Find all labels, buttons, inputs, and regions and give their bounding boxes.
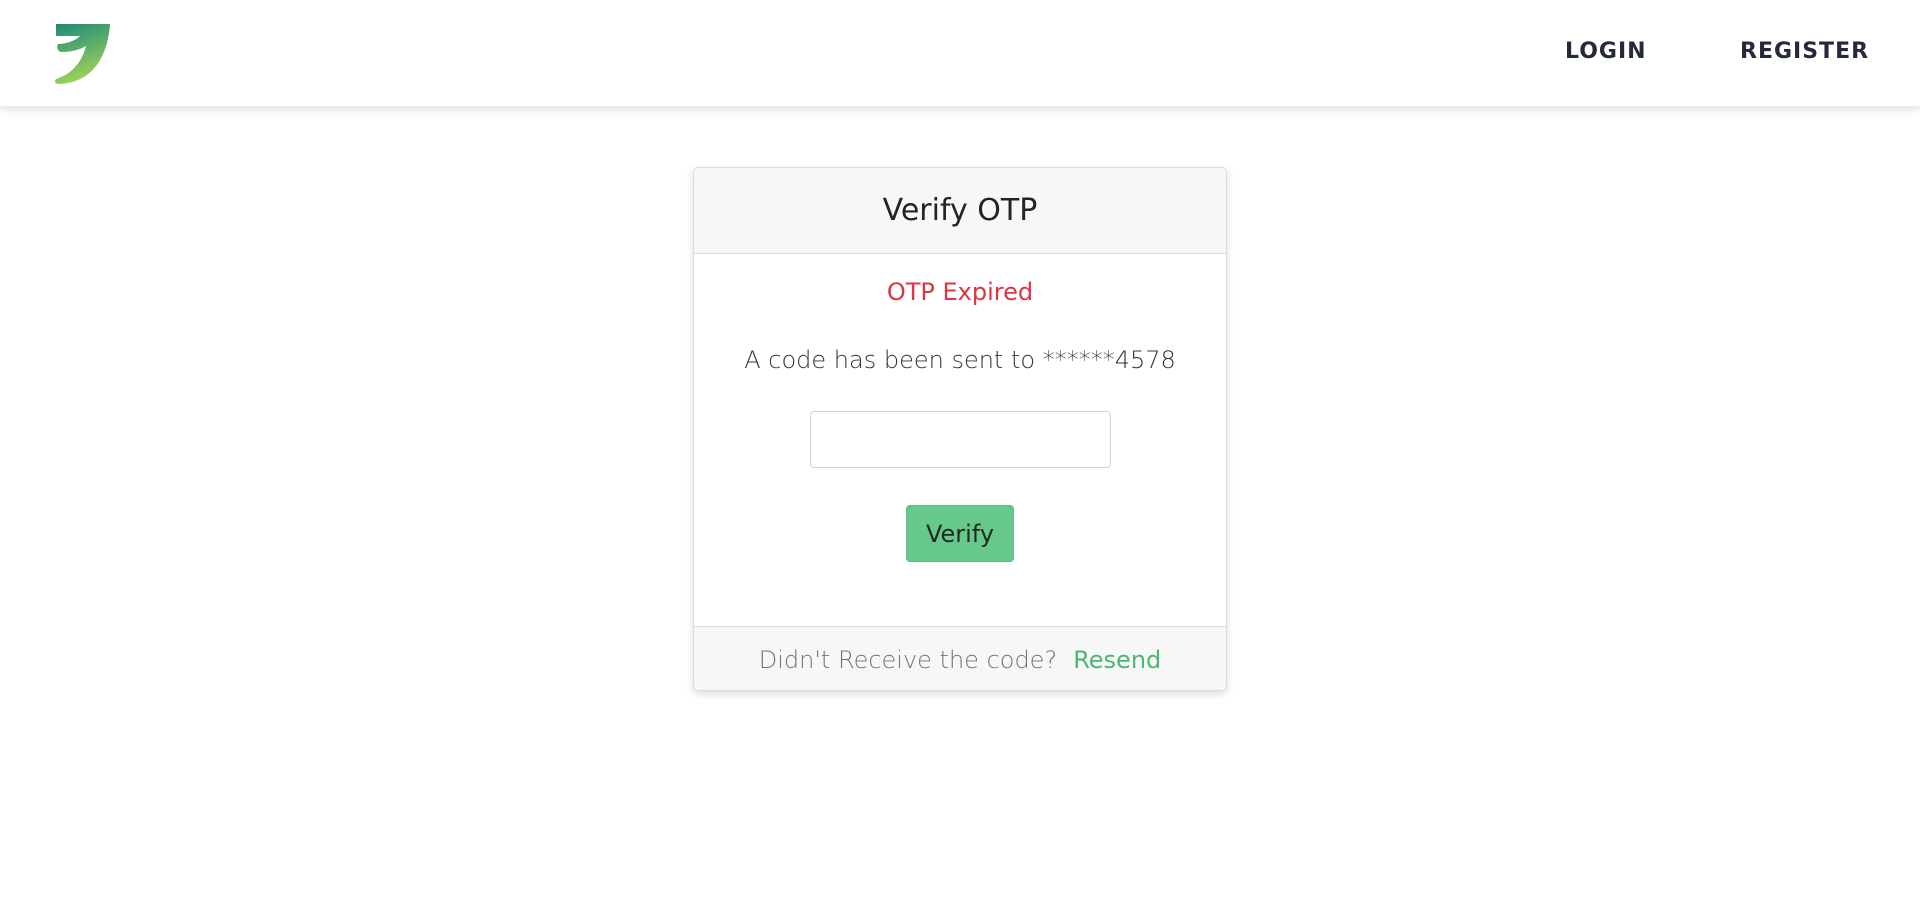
otp-expired-message: OTP Expired	[886, 278, 1034, 306]
verify-otp-card: Verify OTP OTP Expired A code has been s…	[693, 167, 1227, 691]
leaf-logo-icon	[55, 24, 110, 84]
didnt-receive-text: Didn't Receive the code?	[758, 645, 1058, 674]
nav-login-link[interactable]: LOGIN	[1565, 38, 1647, 66]
verify-button[interactable]: Verify	[906, 505, 1014, 562]
card-title: Verify OTP	[882, 193, 1038, 228]
card-footer: Didn't Receive the code? Resend	[694, 626, 1226, 690]
card-body: OTP Expired A code has been sent to ****…	[694, 254, 1226, 626]
code-sent-message: A code has been sent to ******4578	[744, 346, 1176, 374]
card-header: Verify OTP	[694, 168, 1226, 254]
otp-input[interactable]	[810, 411, 1111, 468]
brand-logo[interactable]	[52, 22, 112, 86]
resend-link[interactable]: Resend	[1073, 646, 1161, 674]
nav-register-link[interactable]: REGISTER	[1740, 38, 1869, 66]
top-navbar: LOGIN REGISTER	[0, 0, 1920, 106]
